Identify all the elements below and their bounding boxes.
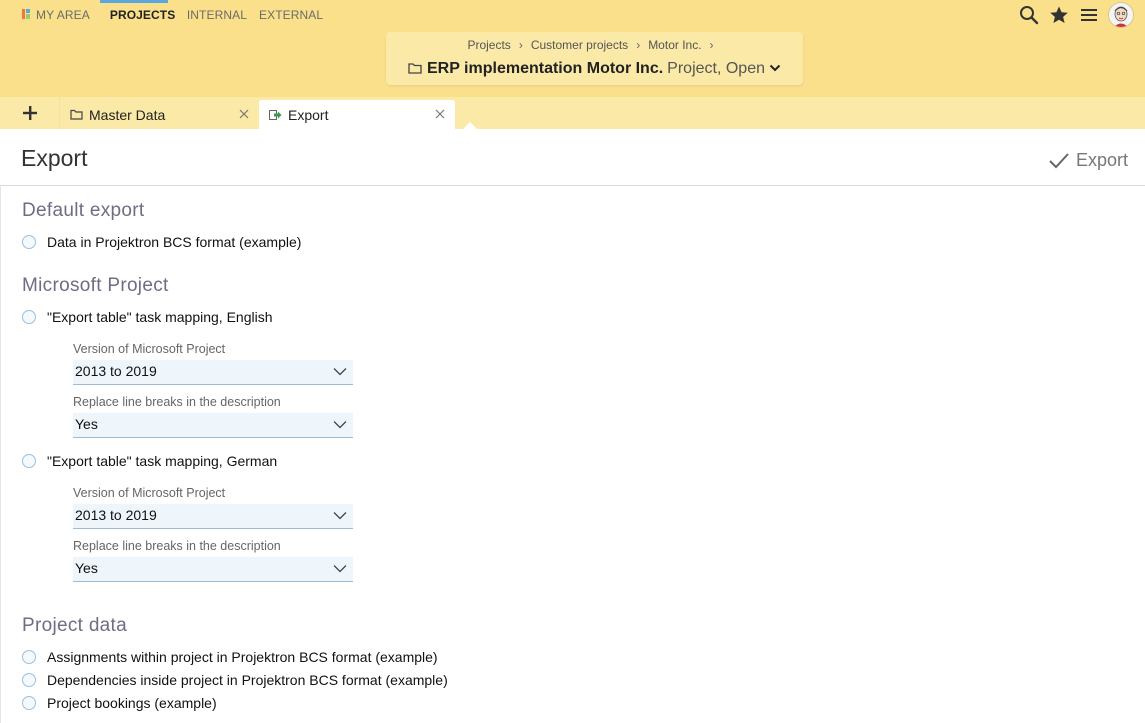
chevron-down-icon: [333, 368, 347, 376]
chevron-down-icon: [333, 565, 347, 573]
top-bar: MY AREA PROJECTS INTERNAL EXTERNAL Proje…: [0, 0, 1145, 97]
radio-label: Dependencies inside project in Projektro…: [47, 672, 448, 688]
field-label-version-de: Version of Microsoft Project: [73, 486, 226, 500]
export-button-label: Export: [1075, 150, 1128, 170]
field-label-version-en: Version of Microsoft Project: [73, 342, 226, 356]
select-value: Yes: [75, 560, 98, 576]
nav-internal-label: INTERNAL: [186, 8, 247, 22]
nav-internal[interactable]: INTERNAL: [182, 0, 257, 30]
project-meta: Project, Open: [667, 60, 765, 77]
radio-button[interactable]: [22, 235, 36, 249]
nav-external-label: EXTERNAL: [259, 8, 324, 22]
select-version-en[interactable]: 2013 to 2019: [73, 360, 353, 385]
chevron-down-icon: [333, 421, 347, 429]
breadcrumb-motor-inc[interactable]: Motor Inc.: [648, 38, 701, 52]
radio-option-dependencies[interactable]: Dependencies inside project in Projektro…: [22, 671, 448, 689]
radio-button[interactable]: [22, 310, 36, 324]
project-name: ERP implementation Motor Inc.: [427, 60, 664, 77]
radio-label: "Export table" task mapping, German: [47, 453, 278, 469]
section-title-microsoft-project: Microsoft Project: [22, 275, 169, 296]
checkmark-icon: [1049, 152, 1069, 168]
breadcrumb: Projects › Customer projects › Motor Inc. ›: [386, 38, 803, 52]
section-title-default-export: Default export: [22, 200, 145, 221]
tab-master-data[interactable]: Master Data: [59, 100, 259, 129]
select-value: 2013 to 2019: [75, 363, 157, 379]
active-tab-notch: [463, 122, 477, 129]
close-icon[interactable]: [433, 107, 447, 121]
export-button[interactable]: Export: [1048, 150, 1128, 171]
breadcrumb-separator: ›: [709, 38, 714, 52]
user-avatar-icon: [1109, 3, 1133, 27]
avatar[interactable]: [1108, 2, 1134, 28]
section-title-project-data: Project data: [22, 615, 127, 636]
radio-label: Data in Projektron BCS format (example): [47, 234, 302, 250]
folder-icon: [408, 63, 422, 74]
radio-option-project-bookings[interactable]: Project bookings (example): [22, 694, 217, 712]
project-title[interactable]: ERP implementation Motor Inc. Project, Op…: [386, 59, 803, 79]
radio-label: Assignments within project in Projektron…: [47, 649, 438, 665]
close-icon[interactable]: [237, 107, 251, 121]
tab-strip: Master Data Export: [0, 97, 1145, 129]
select-linebreaks-en[interactable]: Yes: [73, 413, 353, 438]
field-label-linebreaks-de: Replace line breaks in the description: [73, 539, 281, 553]
radio-label: Project bookings (example): [47, 695, 217, 711]
folder-icon: [70, 109, 83, 120]
nav-external[interactable]: EXTERNAL: [257, 0, 333, 30]
tab-export-label: Export: [288, 106, 329, 123]
star-icon[interactable]: [1044, 0, 1074, 30]
select-linebreaks-de[interactable]: Yes: [73, 557, 353, 582]
tab-export[interactable]: Export: [259, 100, 455, 129]
chevron-down-icon: [769, 64, 781, 72]
page-title: Export: [21, 145, 88, 171]
breadcrumb-separator: ›: [518, 38, 523, 52]
select-value: Yes: [75, 416, 98, 432]
menu-icon[interactable]: [1074, 0, 1104, 30]
radio-label: "Export table" task mapping, English: [47, 309, 273, 325]
nav-my-area[interactable]: MY AREA: [0, 0, 100, 30]
page-header: Export Export: [0, 129, 1145, 186]
radio-option-export-table-german[interactable]: "Export table" task mapping, German: [22, 452, 277, 470]
tab-master-data-label: Master Data: [89, 106, 166, 123]
nav-projects-label: PROJECTS: [109, 8, 176, 22]
breadcrumb-projects[interactable]: Projects: [467, 38, 510, 52]
radio-option-bcs-data[interactable]: Data in Projektron BCS format (example): [22, 233, 301, 251]
field-label-linebreaks-en: Replace line breaks in the description: [73, 395, 281, 409]
breadcrumb-customer-projects[interactable]: Customer projects: [531, 38, 628, 52]
select-value: 2013 to 2019: [75, 507, 157, 523]
chevron-down-icon: [333, 512, 347, 520]
dashboard-icon: [22, 9, 30, 19]
add-tab-button[interactable]: [0, 97, 60, 129]
select-version-de[interactable]: 2013 to 2019: [73, 504, 353, 529]
radio-option-assignments[interactable]: Assignments within project in Projektron…: [22, 648, 438, 666]
plus-icon: [22, 106, 37, 120]
radio-option-export-table-english[interactable]: "Export table" task mapping, English: [22, 308, 273, 326]
radio-button[interactable]: [22, 454, 36, 468]
radio-button[interactable]: [22, 696, 36, 710]
top-icons: [1014, 0, 1145, 30]
breadcrumb-separator: ›: [636, 38, 641, 52]
main-navigation: MY AREA PROJECTS INTERNAL EXTERNAL: [0, 0, 333, 30]
export-icon: [269, 109, 282, 120]
content-left-border: [0, 186, 1, 723]
search-icon[interactable]: [1014, 0, 1044, 30]
radio-button[interactable]: [22, 650, 36, 664]
nav-projects[interactable]: PROJECTS: [99, 0, 175, 30]
radio-button[interactable]: [22, 673, 36, 687]
nav-my-area-label: MY AREA: [36, 8, 90, 22]
project-context-card: Projects › Customer projects › Motor Inc. › E…: [386, 32, 803, 85]
